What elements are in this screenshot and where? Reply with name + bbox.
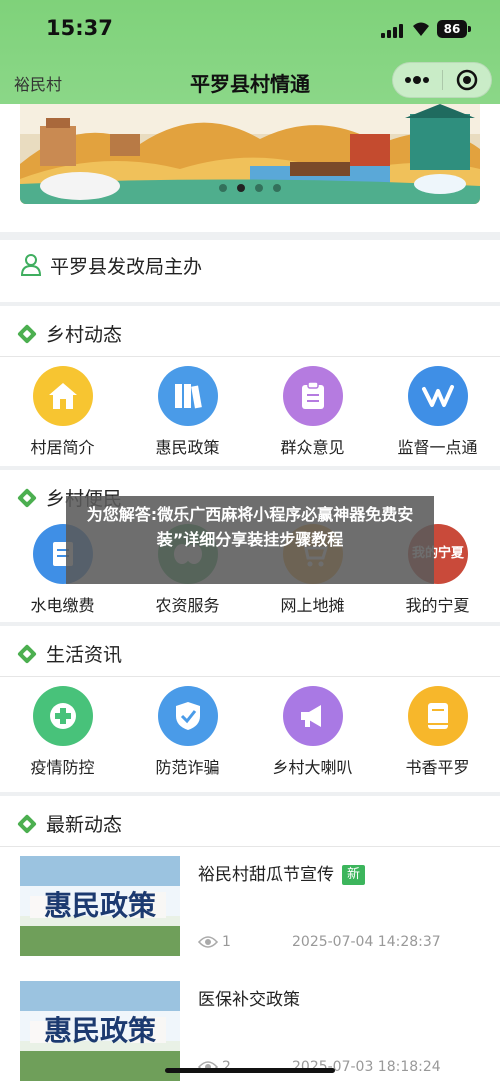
diamond-icon (17, 487, 37, 508)
carousel-dot[interactable] (219, 184, 227, 192)
news-thumbnail: 惠民政策 (20, 981, 180, 1081)
view-count-value: 1 (222, 934, 231, 950)
news-title-text: 裕民村甜瓜节宣传 (198, 865, 334, 885)
section-title: 生活资讯 (46, 644, 123, 666)
grid-label: 乡村大喇叭 (272, 758, 353, 777)
grid-label: 书香平罗 (405, 758, 470, 777)
divider (0, 356, 500, 357)
grid-item-supervision[interactable]: 监督一点通 (375, 366, 500, 466)
news-title-text: 医保补交政策 (198, 990, 300, 1010)
grid-label: 我的宁夏 (405, 596, 470, 615)
grid-item-epidemic[interactable]: 疫情防控 (0, 686, 125, 786)
diamond-icon (17, 323, 37, 344)
status-time: 15:37 (46, 16, 113, 40)
more-dots-icon (405, 76, 430, 84)
eye-icon (198, 936, 218, 948)
battery-icon: 86 (437, 20, 471, 38)
supervision-logo-icon (408, 366, 468, 426)
close-button[interactable] (442, 62, 491, 98)
diamond-icon (17, 643, 37, 664)
divider (0, 676, 500, 677)
grid-item-policy[interactable]: 惠民政策 (125, 366, 250, 466)
banner-card (0, 104, 500, 232)
grid-label: 防范诈骗 (155, 758, 220, 777)
new-badge: 新 (342, 865, 366, 885)
grid-label: 村居简介 (30, 438, 95, 457)
grid-item-village-intro[interactable]: 村居简介 (0, 366, 125, 466)
mini-program-capsule (392, 62, 492, 98)
book-icon (408, 686, 468, 746)
thumbnail-text: 惠民政策 (20, 886, 180, 926)
wifi-icon (411, 20, 431, 38)
grid-item-reading[interactable]: 书香平罗 (375, 686, 500, 786)
section-life-info: 生活资讯 疫情防控 防范诈骗 乡村大喇叭 书香平罗 (0, 626, 500, 792)
sponsor-text: 平罗县发改局主办 (50, 256, 203, 278)
grid-label: 监督一点通 (397, 438, 478, 457)
news-title: 医保补交政策 (198, 985, 300, 1010)
news-item[interactable]: 惠民政策 医保补交政策 2 2025-07-03 18:18:24 (20, 981, 480, 1081)
grid-label: 农资服务 (155, 596, 220, 615)
grid-label: 惠民政策 (155, 438, 220, 457)
grid-label: 网上地摊 (280, 596, 345, 615)
news-date: 2025-07-04 14:28:37 (292, 934, 441, 950)
news-item[interactable]: 惠民政策 裕民村甜瓜节宣传新 1 2025-07-04 14:28:37 (20, 856, 480, 956)
carousel-dot[interactable] (255, 184, 263, 192)
section-title: 乡村动态 (46, 324, 123, 346)
section-header: 乡村动态 (17, 320, 123, 347)
sponsor-row: 平罗县发改局主办 (0, 240, 500, 302)
close-target-icon (456, 69, 477, 91)
thumbnail-text: 惠民政策 (20, 1011, 180, 1051)
diamond-icon (17, 813, 37, 834)
status-bar: 15:37 86 (0, 0, 500, 60)
news-title: 裕民村甜瓜节宣传新 (198, 860, 366, 885)
nav-bar: 裕民村 平罗县村情通 (0, 60, 500, 104)
divider (0, 846, 500, 847)
home-indicator[interactable] (165, 1068, 335, 1073)
more-button[interactable] (393, 62, 442, 98)
user-icon (20, 254, 42, 276)
carousel-dot[interactable] (273, 184, 281, 192)
section-header: 生活资讯 (17, 640, 123, 667)
house-icon (33, 366, 93, 426)
books-icon (158, 366, 218, 426)
grid-item-broadcast[interactable]: 乡村大喇叭 (250, 686, 375, 786)
carousel-dot-active[interactable] (237, 184, 245, 192)
medical-cross-icon (33, 686, 93, 746)
section-latest-news: 最新动态 惠民政策 裕民村甜瓜节宣传新 1 2025-07-04 14:28:3… (0, 796, 500, 1081)
carousel-dots (0, 184, 500, 192)
megaphone-icon (283, 686, 343, 746)
signal-icon (381, 22, 405, 38)
section-header: 最新动态 (17, 810, 123, 837)
view-count: 1 (198, 934, 231, 950)
overlay-caption: 为您解答:微乐广西麻将小程序必赢神器免费安装”详细分享装挂步骤教程 (66, 496, 434, 584)
section-village-news: 乡村动态 村居简介 惠民政策 群众意见 监督一点通 (0, 306, 500, 466)
grid-label: 水电缴费 (30, 596, 95, 615)
shield-check-icon (158, 686, 218, 746)
grid-item-anti-fraud[interactable]: 防范诈骗 (125, 686, 250, 786)
section-title: 最新动态 (46, 814, 123, 836)
news-thumbnail: 惠民政策 (20, 856, 180, 956)
grid-item-feedback[interactable]: 群众意见 (250, 366, 375, 466)
grid-label: 群众意见 (280, 438, 345, 457)
clipboard-icon (283, 366, 343, 426)
grid-label: 疫情防控 (30, 758, 95, 777)
